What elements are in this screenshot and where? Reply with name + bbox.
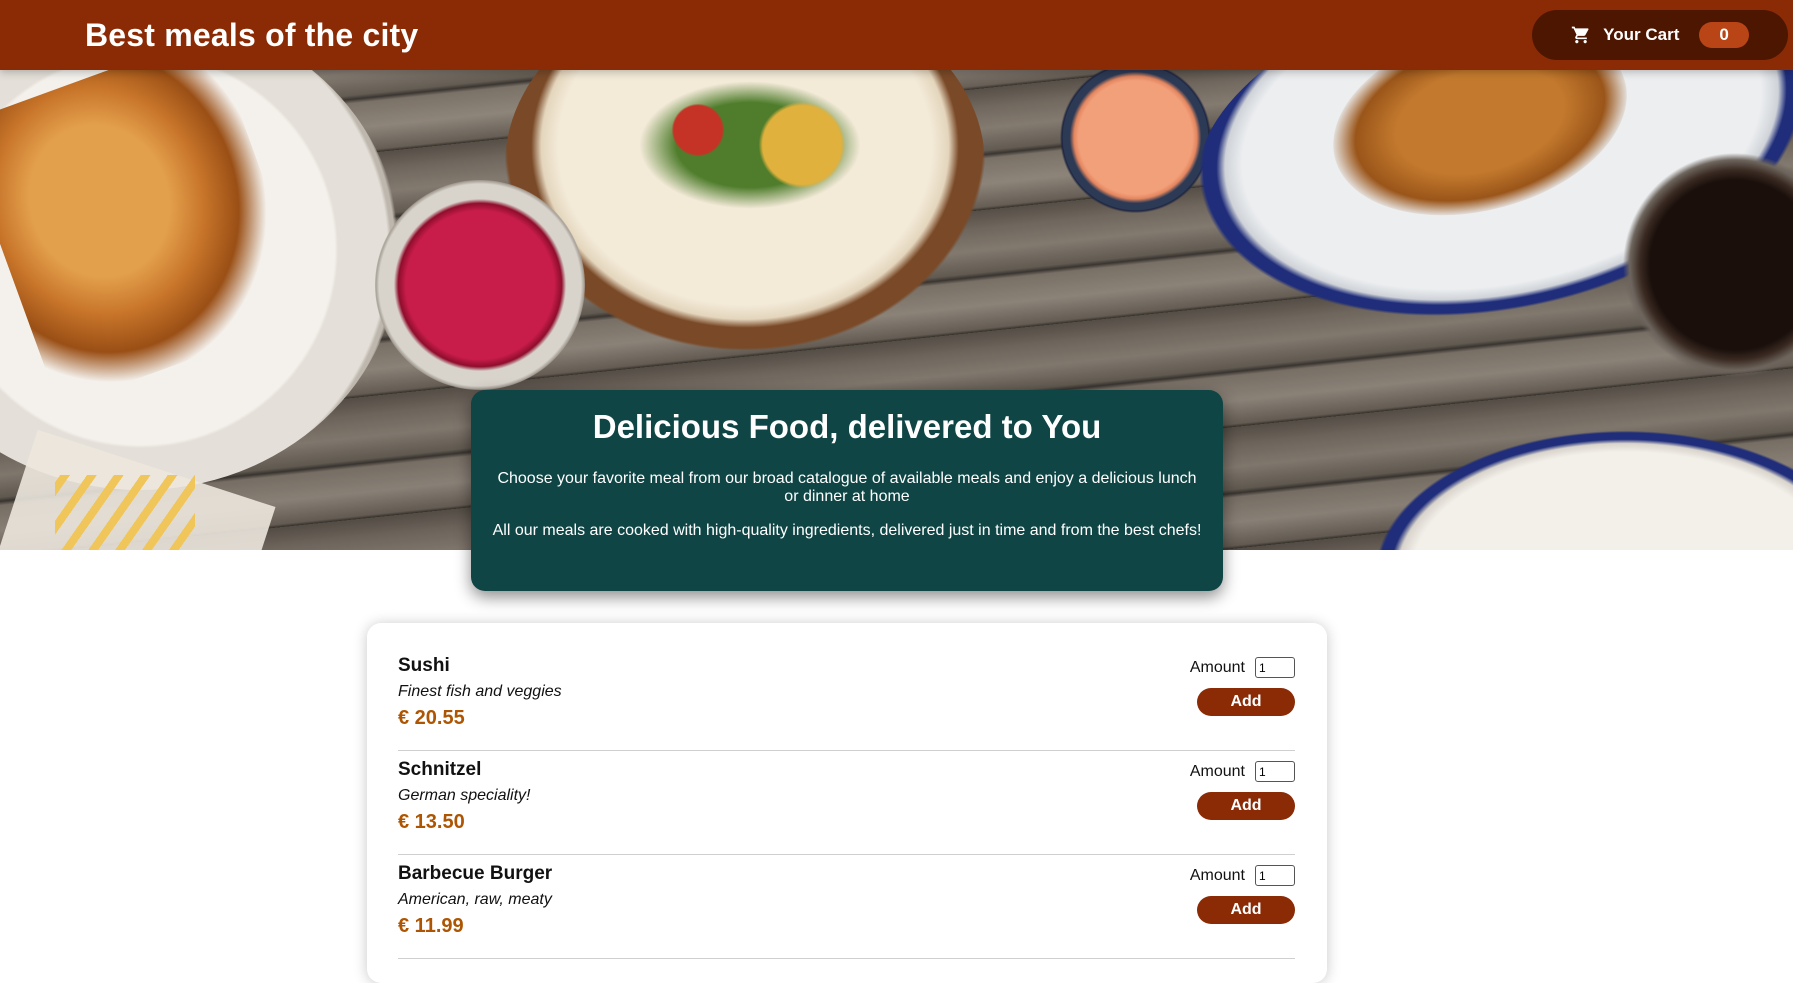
- meals-list: Sushi Finest fish and veggies € 20.55 Am…: [367, 623, 1327, 983]
- meal-price: € 13.50: [398, 811, 465, 833]
- meal-description: American, raw, meaty: [398, 891, 552, 908]
- cart-label: Your Cart: [1603, 25, 1680, 44]
- amount-input[interactable]: [1255, 657, 1295, 678]
- amount-label: Amount: [1189, 866, 1245, 884]
- meal-price: € 20.55: [398, 707, 465, 729]
- hero-plate-bottom-right: [1365, 425, 1793, 550]
- meal-description: Finest fish and veggies: [398, 683, 562, 700]
- amount-row: Amount: [1190, 865, 1295, 886]
- meal-form: Amount Add: [1190, 863, 1295, 958]
- summary-box: Delicious Food, delivered to You Choose …: [471, 390, 1223, 591]
- meal-info: Sushi Finest fish and veggies € 20.55: [398, 655, 562, 750]
- hero-onion-bowl: [375, 180, 585, 390]
- hero-fries: [55, 475, 195, 550]
- summary-paragraph-1: Choose your favorite meal from our broad…: [497, 470, 1197, 505]
- meal-name: Schnitzel: [398, 759, 482, 780]
- meal-info: Schnitzel German speciality! € 13.50: [398, 759, 531, 854]
- add-button[interactable]: Add: [1197, 896, 1295, 924]
- amount-input[interactable]: [1255, 761, 1295, 782]
- cart-count-badge: 0: [1699, 22, 1749, 48]
- hero-sauce-bowl: [1058, 70, 1213, 215]
- amount-label: Amount: [1189, 762, 1245, 780]
- meal-price: € 11.99: [398, 915, 464, 937]
- add-button[interactable]: Add: [1197, 792, 1295, 820]
- meal-item-barbecue-burger: Barbecue Burger American, raw, meaty € 1…: [398, 855, 1295, 959]
- hero-wrap-filling: [620, 70, 880, 220]
- meal-name: Barbecue Burger: [398, 863, 553, 884]
- top-bar: Best meals of the city Your Cart 0: [0, 0, 1793, 70]
- add-button[interactable]: Add: [1197, 688, 1295, 716]
- meal-description: German speciality!: [398, 787, 531, 804]
- cart-icon: [1571, 25, 1591, 45]
- amount-input[interactable]: [1255, 865, 1295, 886]
- summary-paragraph-2: All our meals are cooked with high-quali…: [492, 522, 1202, 539]
- site-title: Best meals of the city: [85, 16, 419, 53]
- summary-heading: Delicious Food, delivered to You: [592, 408, 1102, 445]
- cart-button[interactable]: Your Cart 0: [1532, 10, 1788, 60]
- meal-form: Amount Add: [1190, 759, 1295, 854]
- meal-item-schnitzel: Schnitzel German speciality! € 13.50 Amo…: [398, 751, 1295, 855]
- amount-row: Amount: [1190, 761, 1295, 782]
- meal-name: Sushi: [398, 655, 450, 676]
- meal-info: Barbecue Burger American, raw, meaty € 1…: [398, 863, 552, 958]
- meal-form: Amount Add: [1190, 655, 1295, 750]
- meal-item-sushi: Sushi Finest fish and veggies € 20.55 Am…: [398, 647, 1295, 751]
- amount-label: Amount: [1189, 658, 1245, 676]
- amount-row: Amount: [1190, 657, 1295, 678]
